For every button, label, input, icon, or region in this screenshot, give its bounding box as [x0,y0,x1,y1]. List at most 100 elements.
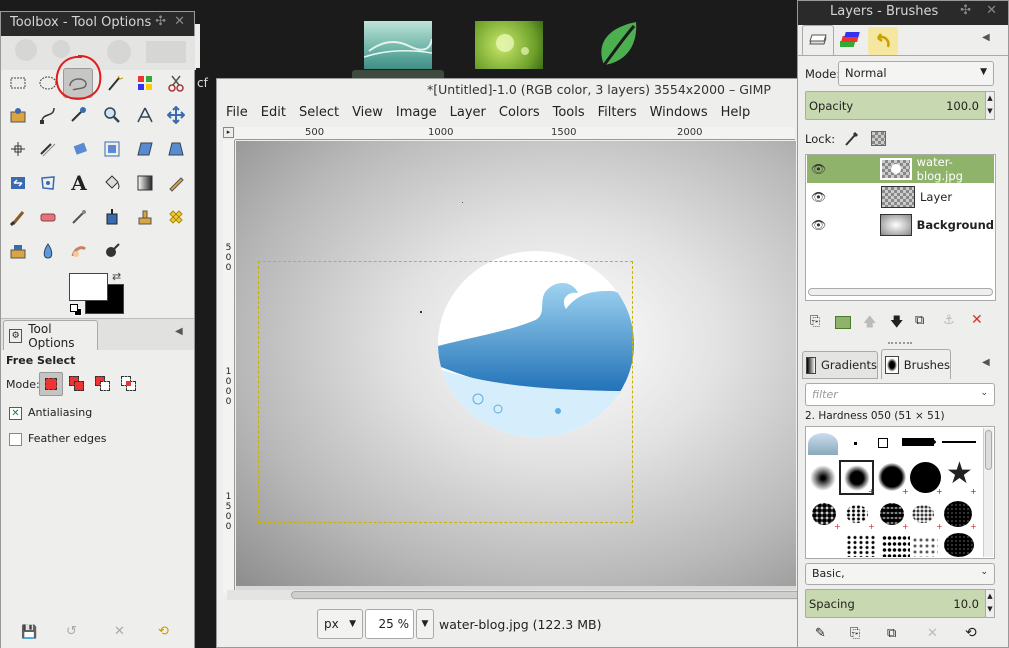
eye-icon[interactable]: 👁 [811,190,835,204]
color-picker-tool[interactable] [63,100,93,130]
raise-layer-icon[interactable]: 🡅 [863,313,876,335]
tab-gradients[interactable]: Gradients [802,351,878,379]
menu-select[interactable]: Select [299,105,339,120]
brush-star-icon[interactable]: ★ [946,457,973,491]
clone-tool[interactable] [130,202,160,232]
brush-scrollbar[interactable] [983,428,993,557]
blend-tool[interactable] [130,168,160,198]
opacity-spin[interactable]: ▲ ▼ [985,91,995,120]
spacing-slider[interactable]: Spacing 10.0 [805,589,986,618]
mode-add-button[interactable] [69,376,85,392]
tab-menu-icon[interactable]: ◀ [982,32,990,43]
brush-preview[interactable] [912,537,938,557]
duplicate-layer-icon[interactable]: ⧉ [915,313,924,328]
opacity-slider[interactable]: Opacity 100.0 [805,91,986,120]
desktop-thumbnail-leaf-drop[interactable] [475,21,543,69]
brush-grid[interactable]: ★ + + + + + + + + + [805,426,995,559]
brush-preview[interactable] [810,465,836,491]
detach-icon[interactable]: ✣ [155,14,166,29]
lower-layer-icon[interactable]: 🡇 [890,313,903,335]
brush-preview[interactable] [910,438,936,446]
bucket-fill-tool[interactable] [97,168,127,198]
lock-pixels-icon[interactable] [843,131,859,147]
rect-select-tool[interactable] [3,68,33,98]
menu-image[interactable]: Image [396,105,437,120]
tab-tool-options[interactable]: ⚙ Tool Options [3,320,98,350]
brush-filter[interactable]: filter ⌄ [805,383,995,406]
anchor-layer-icon[interactable]: ⚓ [943,313,955,328]
foreground-color-swatch[interactable] [69,273,108,301]
new-layer-group-icon[interactable] [835,316,851,329]
close-icon[interactable]: ✕ [174,14,185,29]
tab-layers[interactable] [802,25,834,55]
tab-brushes[interactable]: Brushes [881,349,951,379]
brush-preset-select[interactable]: Basic, ⌄ [805,563,995,585]
layers-titlebar[interactable]: Layers - Brushes ✣ ✕ [798,1,1008,25]
scrollbar-thumb[interactable] [291,591,801,599]
layer-mode-select[interactable]: Normal ▼ [838,61,994,86]
delete-brush-icon[interactable]: ✕ [927,626,938,641]
brush-preview[interactable] [878,438,888,448]
detach-icon[interactable]: ✣ [960,3,971,18]
menu-file[interactable]: File [226,105,248,120]
eraser-tool[interactable] [33,202,63,232]
antialiasing-row[interactable]: ✕ Antialiasing [9,406,92,420]
align-tool[interactable] [3,134,33,164]
move-tool[interactable] [161,100,191,130]
scissors-tool[interactable] [161,68,191,98]
layer-row-background[interactable]: 👁 Background [807,211,994,239]
pane-separator[interactable] [888,342,912,345]
swap-colors-icon[interactable]: ⇄ [112,270,121,283]
menu-colors[interactable]: Colors [499,105,540,120]
scale-tool[interactable] [97,134,127,164]
edit-brush-icon[interactable]: ✎ [815,626,826,641]
menu-filters[interactable]: Filters [598,105,637,120]
brush-preview[interactable] [812,503,836,525]
airbrush-tool[interactable] [64,202,94,232]
brush-preview[interactable] [944,501,972,527]
tab-channels[interactable] [836,27,866,55]
canvas[interactable] [236,141,796,586]
desktop-thumbnail-water[interactable] [363,21,433,69]
feather-checkbox[interactable] [9,432,22,446]
eye-icon[interactable]: 👁 [811,218,834,232]
new-layer-icon[interactable]: ⎘ [810,314,820,329]
zoom-field[interactable]: 25 % [365,609,414,639]
tab-paths[interactable] [868,27,898,55]
flip-tool[interactable] [3,168,33,198]
delete-options-icon[interactable]: ✕ [114,624,125,639]
blur-sharpen-tool[interactable] [33,236,63,266]
delete-layer-icon[interactable]: ✕ [971,312,983,328]
tab-menu-icon[interactable]: ◀ [175,326,183,337]
default-colors-icon[interactable] [70,304,82,316]
refresh-brushes-icon[interactable]: ⟲ [965,625,977,641]
spacing-spin[interactable]: ▲ ▼ [985,589,995,618]
menu-help[interactable]: Help [721,105,751,120]
cage-transform-tool[interactable] [33,168,63,198]
leaf-logo-icon[interactable] [596,20,640,70]
pencil-tool[interactable] [161,168,191,198]
brush-preview[interactable] [942,441,976,443]
brush-preview[interactable] [882,535,910,557]
restore-options-icon[interactable]: ↺ [66,624,77,639]
zoom-tool[interactable] [97,100,127,130]
perspective-tool[interactable] [161,134,191,164]
lock-alpha-icon[interactable] [871,131,886,146]
mode-intersect-button[interactable] [121,376,137,392]
brush-preview[interactable] [846,535,876,557]
layer-row-layer[interactable]: 👁 Layer [807,183,994,211]
tab-menu-icon[interactable]: ◀ [982,357,990,368]
horizontal-ruler[interactable]: 500 1000 1500 2000 [235,127,795,140]
layer-row-water-blog[interactable]: 👁 water-blog.jpg [807,155,994,183]
menu-edit[interactable]: Edit [261,105,286,120]
menu-layer[interactable]: Layer [450,105,486,120]
antialiasing-checkbox[interactable]: ✕ [9,406,22,420]
reset-options-icon[interactable]: ⟲ [158,624,169,639]
text-tool[interactable]: A [64,168,94,198]
dodge-burn-tool[interactable] [97,236,127,266]
horizontal-scrollbar[interactable] [227,590,801,600]
brush-preview[interactable] [912,505,934,523]
layers-hscroll[interactable] [808,288,993,296]
paintbrush-tool[interactable] [3,202,33,232]
vertical-ruler[interactable]: 500 1000 1500 [223,140,235,595]
